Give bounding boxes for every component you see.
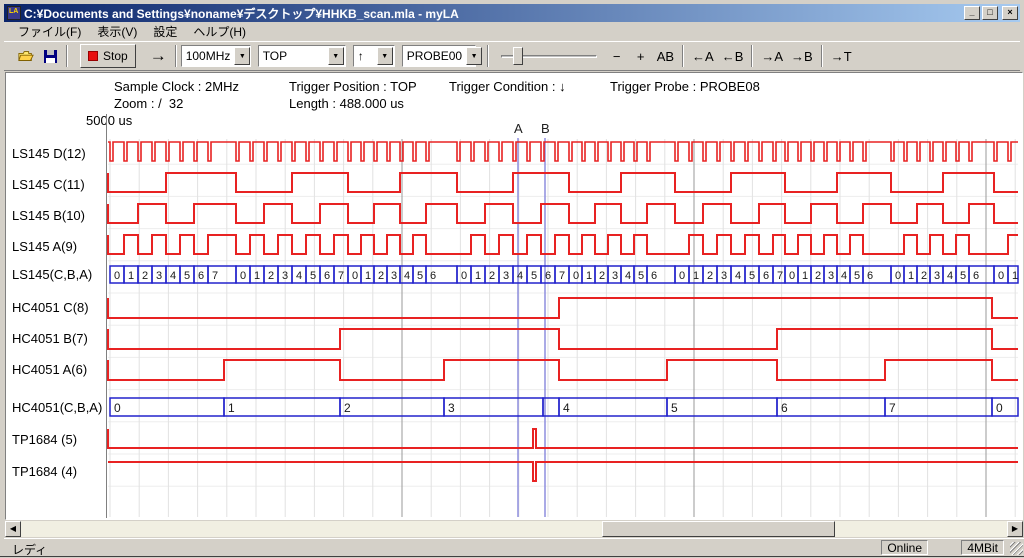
probe-select[interactable]: PROBE00 ▼ [402, 45, 476, 67]
toolbar-separator [66, 45, 68, 67]
chevron-down-icon[interactable]: ▼ [466, 47, 482, 65]
channel-label: HC4051 A(6) [12, 362, 87, 377]
maximize-button[interactable]: □ [982, 6, 998, 20]
set-b-button[interactable]: →B [787, 44, 817, 68]
horizontal-scrollbar[interactable]: ◀ ▶ [5, 521, 1023, 537]
floppy-disk-icon [44, 50, 57, 63]
chevron-down-icon[interactable]: ▼ [234, 47, 250, 65]
zoom-slider[interactable] [499, 44, 599, 68]
time-scale-label: 5000 us [86, 113, 132, 128]
trigger-condition-label: Trigger Condition : ↓ [449, 79, 566, 94]
channel-label: LS145 B(10) [12, 208, 85, 223]
menu-item-1[interactable]: 表示(V) [89, 21, 145, 42]
channel-label: HC4051 C(8) [12, 300, 89, 315]
cursor-b-label[interactable]: B [541, 121, 550, 136]
toolbar-separator [487, 45, 489, 67]
slider-thumb[interactable] [513, 47, 523, 65]
minimize-button[interactable]: _ [964, 6, 980, 20]
goto-a-button[interactable]: ←A [688, 44, 718, 68]
trigger-probe-label: Trigger Probe : PROBE08 [610, 79, 760, 94]
trigger-position-select[interactable]: TOP ▼ [258, 45, 346, 67]
chevron-down-icon[interactable]: ▼ [377, 47, 393, 65]
stop-button[interactable]: Stop [80, 44, 136, 68]
channel-label: HC4051(C,B,A) [12, 400, 102, 415]
status-ready: レディ [12, 541, 47, 558]
zoom-label: Zoom : / 32 [114, 96, 183, 111]
clock-select[interactable]: 100MHz ▼ [181, 45, 251, 67]
goto-trigger-button[interactable]: →T [827, 44, 856, 68]
label-pane-divider [106, 114, 108, 518]
set-a-button[interactable]: →A [757, 44, 787, 68]
toolbar: Stop → 100MHz ▼ TOP ▼ ↑ ▼ PROBE00 ▼ −+AB… [4, 41, 1020, 71]
zoom-in-button[interactable]: + [629, 44, 653, 68]
trigger-position-label: Trigger Position : TOP [289, 79, 417, 94]
scroll-left-button[interactable]: ◀ [5, 521, 21, 537]
run-arrow-icon: → [150, 46, 167, 66]
status-memory: 4MBit [961, 540, 1004, 555]
title-bar[interactable]: C:¥Documents and Settings¥noname¥デスクトップ¥… [4, 4, 1020, 22]
open-folder-icon [18, 50, 34, 63]
status-online: Online [881, 540, 928, 555]
zoom-out-button[interactable]: − [605, 44, 629, 68]
ab-button[interactable]: AB [653, 44, 678, 68]
menu-bar: ファイル(F)表示(V)設定ヘルプ(H) [4, 22, 1020, 41]
trigger-edge-select[interactable]: ↑ ▼ [353, 45, 395, 67]
length-label: Length : 488.000 us [289, 96, 404, 111]
chevron-down-icon[interactable]: ▼ [328, 47, 344, 65]
channel-label: LS145 A(9) [12, 239, 77, 254]
channel-label: LS145(C,B,A) [12, 267, 92, 282]
close-button[interactable]: × [1002, 6, 1018, 20]
resize-grip[interactable] [1010, 542, 1023, 555]
menu-item-0[interactable]: ファイル(F) [10, 21, 89, 42]
toolbar-separator [821, 45, 823, 67]
window-title: C:¥Documents and Settings¥noname¥デスクトップ¥… [24, 5, 459, 22]
menu-item-2[interactable]: 設定 [145, 21, 185, 42]
status-bar: レディ Online 4MBit [4, 538, 1024, 556]
toolbar-separator [175, 45, 177, 67]
run-button[interactable]: → [146, 44, 171, 68]
scroll-right-button[interactable]: ▶ [1007, 521, 1023, 537]
cursor-a-label[interactable]: A [514, 121, 523, 136]
app-icon[interactable] [7, 6, 21, 20]
save-button[interactable] [38, 44, 62, 68]
channel-label: LS145 D(12) [12, 146, 86, 161]
sample-clock-label: Sample Clock : 2MHz [114, 79, 239, 94]
open-file-button[interactable] [14, 44, 38, 68]
toolbar-separator [751, 45, 753, 67]
scrollbar-thumb[interactable] [602, 521, 835, 537]
channel-label: TP1684 (4) [12, 464, 77, 479]
waveform-area[interactable] [5, 72, 1023, 520]
toolbar-separator [682, 45, 684, 67]
stop-icon [88, 51, 98, 61]
channel-label: HC4051 B(7) [12, 331, 88, 346]
goto-b-button[interactable]: ←B [718, 44, 748, 68]
app-window: C:¥Documents and Settings¥noname¥デスクトップ¥… [0, 0, 1024, 556]
channel-label: TP1684 (5) [12, 432, 77, 447]
menu-item-3[interactable]: ヘルプ(H) [185, 21, 254, 42]
channel-label: LS145 C(11) [12, 177, 85, 192]
